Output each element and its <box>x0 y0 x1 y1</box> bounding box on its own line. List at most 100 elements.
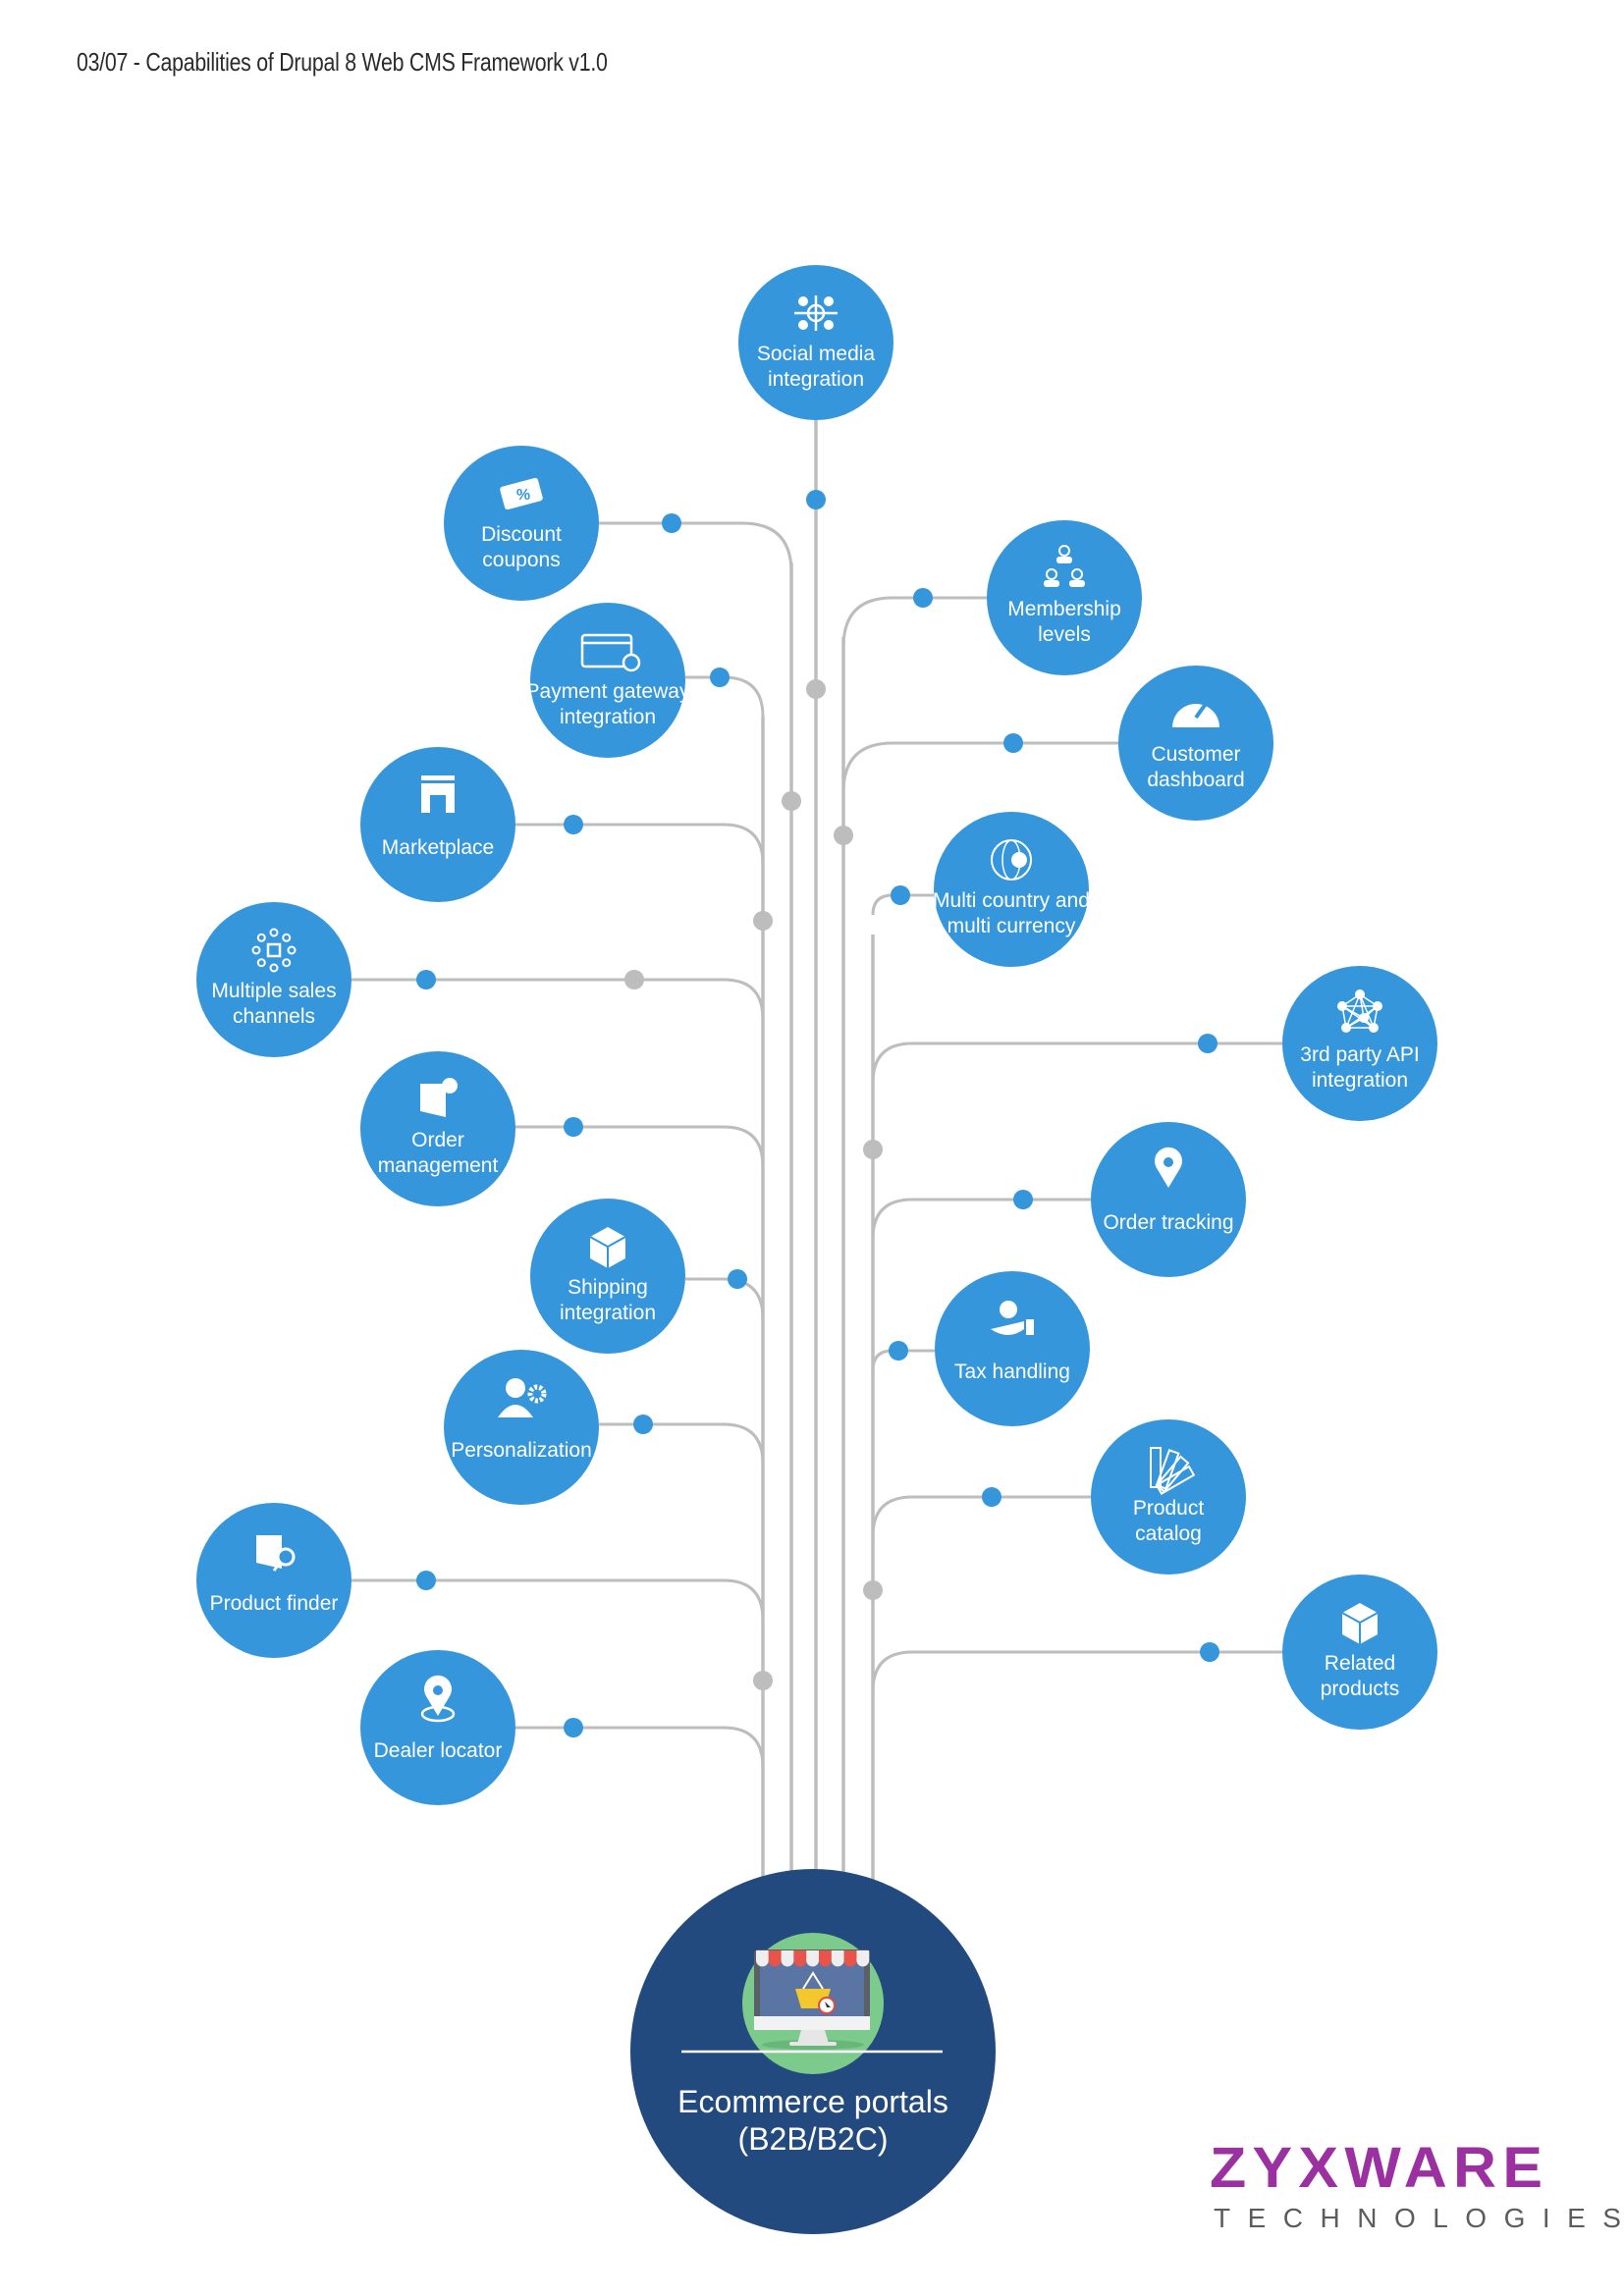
branch-dot-payment-gateway-integration <box>710 667 730 687</box>
branch-joint-multiple-sales-channels <box>624 970 644 989</box>
branch-dot-membership-levels <box>913 588 933 608</box>
branch-line-product-catalog <box>871 1495 1091 1537</box>
node-order-tracking[interactable]: Order tracking <box>1091 1122 1246 1277</box>
hub-node[interactable]: Ecommerce portals (B2B/B2C) <box>630 1869 996 2234</box>
node-label: coupons <box>482 549 560 571</box>
node-customer-dashboard[interactable]: Customer dashboard <box>1118 666 1273 821</box>
branch-line-order-management <box>515 1125 765 1167</box>
trunk-joint <box>753 1671 773 1690</box>
node-label: integration <box>768 368 864 391</box>
node-label: products <box>1321 1678 1400 1700</box>
node-label: Multiple sales <box>211 980 336 1002</box>
node-label: Personalization <box>451 1439 592 1462</box>
hub-label-line-2: (B2B/B2C) <box>738 2121 889 2157</box>
node-marketplace[interactable]: Marketplace <box>360 747 515 902</box>
node-personalization[interactable]: Personalization <box>444 1350 599 1505</box>
node-circle <box>1091 1122 1246 1277</box>
branch-line-order-tracking <box>871 1198 1091 1240</box>
node-product-catalog[interactable]: Productcatalog <box>1091 1419 1246 1575</box>
node-label: channels <box>233 1005 315 1028</box>
branch-line-third-party-api-integration <box>871 1041 1282 1084</box>
branch-line-customer-dashboard <box>841 741 1118 793</box>
node-membership-levels[interactable]: Membership levels <box>987 520 1142 675</box>
node-related-products[interactable]: Related products <box>1282 1575 1437 1730</box>
node-circle <box>444 1350 599 1505</box>
node-circle <box>360 747 515 902</box>
branch-dot-multiple-sales-channels <box>416 970 436 989</box>
node-label: levels <box>1038 623 1091 646</box>
logo-wordmark: ZYXWARE <box>1210 2136 1549 2200</box>
trunk-joint <box>834 826 853 845</box>
node-label: Shipping <box>568 1276 648 1299</box>
node-label: integration <box>560 1302 656 1324</box>
branch-dot-third-party-api-integration <box>1198 1034 1218 1053</box>
node-circle <box>360 1650 515 1805</box>
branch-dot-product-finder <box>416 1571 436 1590</box>
node-label: Dealer locator <box>374 1739 503 1762</box>
branch-dot-discount-coupons <box>662 513 681 533</box>
branch-dot-related-products <box>1200 1642 1219 1662</box>
branch-dot-multi-country-currency <box>891 885 910 905</box>
branch-line-shipping-integration <box>685 1277 765 1319</box>
trunk-joint <box>782 791 801 811</box>
node-label: multi currency <box>947 915 1076 937</box>
node-label: Order tracking <box>1103 1211 1233 1234</box>
branch-dot-order-management <box>564 1117 583 1137</box>
branch-dot-tax-handling <box>889 1341 908 1361</box>
node-label: 3rd party API <box>1300 1043 1419 1066</box>
branch-dot-personalization <box>633 1415 653 1434</box>
node-discount-coupons[interactable]: % Discount coupons <box>444 446 599 601</box>
branch-line-membership-levels <box>841 596 987 648</box>
node-label: Product finder <box>210 1592 339 1615</box>
node-dealer-locator[interactable]: Dealer locator <box>360 1650 515 1805</box>
node-label: Multi country and <box>933 889 1090 912</box>
node-payment-gateway-integration[interactable]: Payment gateway integration <box>526 603 690 758</box>
trunk-joint <box>753 911 773 931</box>
node-label: Marketplace <box>382 836 494 859</box>
node-label: management <box>378 1154 499 1177</box>
node-label: Order <box>411 1129 464 1151</box>
branch-line-discount-coupons <box>599 521 793 573</box>
node-label: Customer <box>1151 743 1240 766</box>
trunk-joint <box>806 679 826 699</box>
node-label: dashboard <box>1147 769 1244 791</box>
node-multiple-sales-channels[interactable]: Multiple sales channels <box>196 902 352 1057</box>
node-label: Tax handling <box>954 1361 1070 1383</box>
node-third-party-api-integration[interactable]: 3rd party API integration <box>1282 966 1437 1121</box>
branch-line-multiple-sales-channels <box>352 978 765 1020</box>
branch-dot-order-tracking <box>1013 1190 1033 1209</box>
capabilities-tree-diagram: Social media integration% Discount coupons P… <box>196 265 1437 2234</box>
node-tax-handling[interactable]: Tax handling <box>935 1271 1090 1426</box>
trunk-joint <box>863 1140 883 1159</box>
node-label: integration <box>1312 1069 1408 1092</box>
svg-text:%: % <box>516 487 530 504</box>
node-social-media-integration[interactable]: Social media integration <box>738 265 893 420</box>
node-label: Social media <box>757 343 876 365</box>
node-label: catalog <box>1135 1522 1202 1545</box>
node-order-management[interactable]: Order management <box>360 1051 515 1206</box>
social-network-icon <box>794 295 838 331</box>
branch-dot-marketplace <box>564 815 583 834</box>
node-label: Membership <box>1007 598 1121 620</box>
branch-dot-product-catalog <box>982 1487 1001 1507</box>
node-multi-country-currency[interactable]: Multi country and multi currency <box>933 812 1090 967</box>
node-circle <box>935 1271 1090 1426</box>
node-label: Related <box>1325 1652 1395 1675</box>
node-shipping-integration[interactable]: Shipping integration <box>530 1199 685 1354</box>
branch-line-personalization <box>599 1422 765 1465</box>
trunk-dot <box>806 490 826 509</box>
node-label: Product <box>1133 1497 1205 1520</box>
branch-dot-dealer-locator <box>564 1718 583 1737</box>
branch-line-related-products <box>871 1650 1282 1692</box>
zyxware-logo: ZYXWARE TECHNOLOGIES <box>1210 2140 1624 2234</box>
branch-dot-customer-dashboard <box>1003 733 1023 753</box>
node-product-finder[interactable]: Product finder <box>196 1503 352 1658</box>
hub-label-line-1: Ecommerce portals <box>677 2084 948 2119</box>
branch-line-product-finder <box>352 1578 765 1621</box>
branch-dot-shipping-integration <box>728 1269 747 1289</box>
ecommerce-store-monitor-icon <box>742 1933 884 2074</box>
logo-subtitle: TECHNOLOGIES <box>1214 2203 1624 2233</box>
node-label: Discount <box>481 523 562 546</box>
branch-line-marketplace <box>515 823 765 865</box>
node-circle <box>196 1503 352 1658</box>
